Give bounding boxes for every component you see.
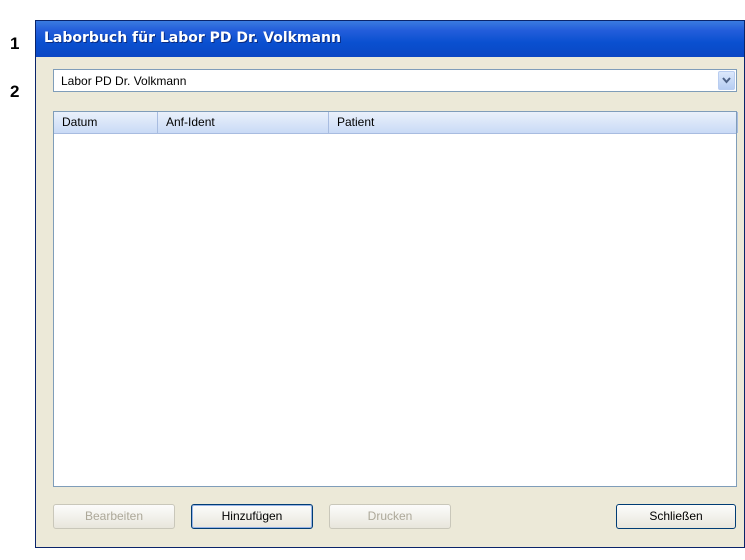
column-header-datum[interactable]: Datum [54,112,158,133]
labor-entries-list[interactable]: Datum Anf-Ident Patient [53,111,738,487]
laborbuch-dialog: Laborbuch für Labor PD Dr. Volkmann Labo… [35,20,745,548]
callout-2: 2 [10,82,20,101]
list-header: Datum Anf-Ident Patient [54,112,738,134]
column-header-anf-ident[interactable]: Anf-Ident [158,112,329,133]
lab-select-value: Labor PD Dr. Volkmann [61,74,187,88]
dropdown-button[interactable] [718,71,735,90]
title-bar[interactable]: Laborbuch für Labor PD Dr. Volkmann [36,21,744,57]
print-button[interactable]: Drucken [329,504,451,529]
column-header-patient[interactable]: Patient [329,112,738,133]
edit-button[interactable]: Bearbeiten [53,504,175,529]
window-title: Laborbuch für Labor PD Dr. Volkmann [44,30,341,46]
close-button[interactable]: Schließen [616,504,736,529]
callout-1: 1 [10,34,20,53]
add-button[interactable]: Hinzufügen [191,504,313,529]
list-body[interactable] [54,134,736,486]
lab-select-dropdown[interactable]: Labor PD Dr. Volkmann [53,69,737,92]
chevron-down-icon [722,77,731,84]
